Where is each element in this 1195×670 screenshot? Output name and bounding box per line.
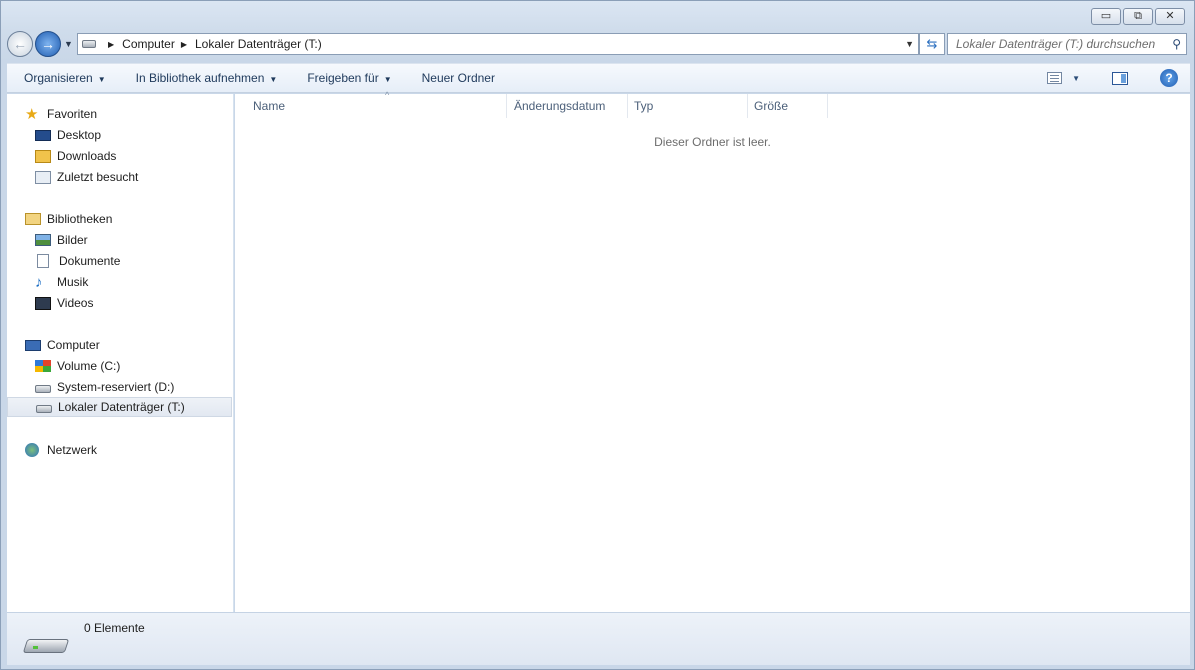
music-note-icon: ♪ [35,273,43,291]
libraries-icon [25,213,41,225]
nav-network[interactable]: Netzwerk [7,440,97,460]
preview-pane-icon[interactable] [1112,71,1128,85]
file-list[interactable]: Name ^ Änderungsdatum Typ Größe Dieser O… [235,90,1190,612]
toolbar-right: ▼ ? [1047,69,1178,87]
drive-icon [36,404,52,413]
nav-item-desktop[interactable]: Desktop [7,125,101,145]
video-film-icon [35,296,51,310]
back-button[interactable]: ← [7,31,33,57]
refresh-button[interactable]: ⇆ [919,33,945,55]
forward-arrow-icon: → [41,36,55,52]
new-folder-button[interactable]: Neuer Ordner [422,71,495,85]
share-with-menu[interactable]: Freigeben für ▼ [307,71,391,85]
refresh-icon: ⇆ [926,36,938,51]
nav-item-documents[interactable]: Dokumente [7,251,120,271]
address-bar[interactable]: ▶ Computer ▶ Lokaler Datenträger (T:) ▼ [77,33,919,55]
desktop-icon [35,129,51,141]
item-count: 0 Elemente [84,621,145,635]
nav-libraries[interactable]: Bibliotheken [7,209,112,229]
address-dropdown-icon[interactable]: ▼ [905,39,914,49]
nav-favorites[interactable]: ★ Favoriten [7,104,97,124]
nav-item-local-disk-t[interactable]: Lokaler Datenträger (T:) [7,397,232,417]
column-header-size[interactable]: Größe [748,94,828,118]
documents-icon [37,254,49,268]
nav-item-pictures[interactable]: Bilder [7,230,88,250]
downloads-folder-icon [35,149,51,163]
nav-item-volume-c[interactable]: Volume (C:) [7,356,120,376]
organize-menu[interactable]: Organisieren ▼ [24,71,106,85]
command-bar: Organisieren ▼ In Bibliothek aufnehmen ▼ F… [7,63,1190,93]
search-input[interactable]: Lokaler Datenträger (T:) durchsuchen ⚲ [947,33,1187,55]
nav-item-system-reserved-d[interactable]: System-reserviert (D:) [7,377,174,397]
details-pane: 0 Elemente [7,612,1190,665]
close-button[interactable]: ✕ [1155,8,1185,25]
recent-pages-dropdown[interactable]: ▼ [64,39,73,49]
nav-item-music[interactable]: ♪ Musik [7,272,88,292]
network-globe-icon [25,443,39,457]
add-to-library-menu[interactable]: In Bibliothek aufnehmen ▼ [136,71,278,85]
explorer-window: ▭ ⧉ ✕ ← → ▼ ▶ Computer ▶ Lokaler Datentr… [0,0,1195,670]
breadcrumb-separator-icon[interactable]: ▶ [181,40,187,49]
chevron-down-icon: ▼ [269,75,278,84]
sort-ascending-icon: ^ [385,90,390,100]
computer-icon [25,339,41,351]
maximize-button[interactable]: ⧉ [1123,8,1153,25]
breadcrumb-separator-icon[interactable]: ▶ [108,40,114,49]
windows-drive-icon [35,360,51,372]
minimize-button[interactable]: ▭ [1091,8,1121,25]
navigation-row: ← → ▼ ▶ Computer ▶ Lokaler Datenträger (… [7,31,1189,57]
forward-button[interactable]: → [35,31,61,57]
drive-large-icon [22,631,70,655]
drive-icon [82,40,96,48]
column-header-type[interactable]: Typ [628,94,748,118]
chevron-down-icon: ▼ [383,75,392,84]
breadcrumb-computer[interactable]: Computer [122,37,175,51]
pictures-icon [35,234,51,246]
magnifier-icon[interactable]: ⚲ [1172,37,1181,51]
search-placeholder: Lokaler Datenträger (T:) durchsuchen [956,37,1156,51]
nav-item-recent[interactable]: Zuletzt besucht [7,167,138,187]
caption-buttons: ▭ ⧉ ✕ [1091,8,1185,25]
star-icon: ★ [25,105,39,123]
help-icon[interactable]: ? [1160,69,1178,87]
drive-icon [35,384,51,393]
column-header-modified[interactable]: Änderungsdatum [508,94,628,118]
column-header-name[interactable]: Name ^ [247,90,507,118]
breadcrumb-drive[interactable]: Lokaler Datenträger (T:) [195,37,322,51]
navigation-pane: ★ Favoriten Desktop Downloads Zuletzt bes… [7,94,234,612]
empty-folder-message: Dieser Ordner ist leer. [654,135,771,149]
nav-item-downloads[interactable]: Downloads [7,146,116,166]
back-arrow-icon: ← [13,36,27,52]
change-view-icon[interactable] [1047,72,1063,84]
chevron-down-icon: ▼ [97,75,106,84]
nav-computer[interactable]: Computer [7,335,100,355]
nav-item-videos[interactable]: Videos [7,293,93,313]
view-options-chevron-icon[interactable]: ▼ [1072,74,1080,83]
recent-places-icon [35,170,51,184]
